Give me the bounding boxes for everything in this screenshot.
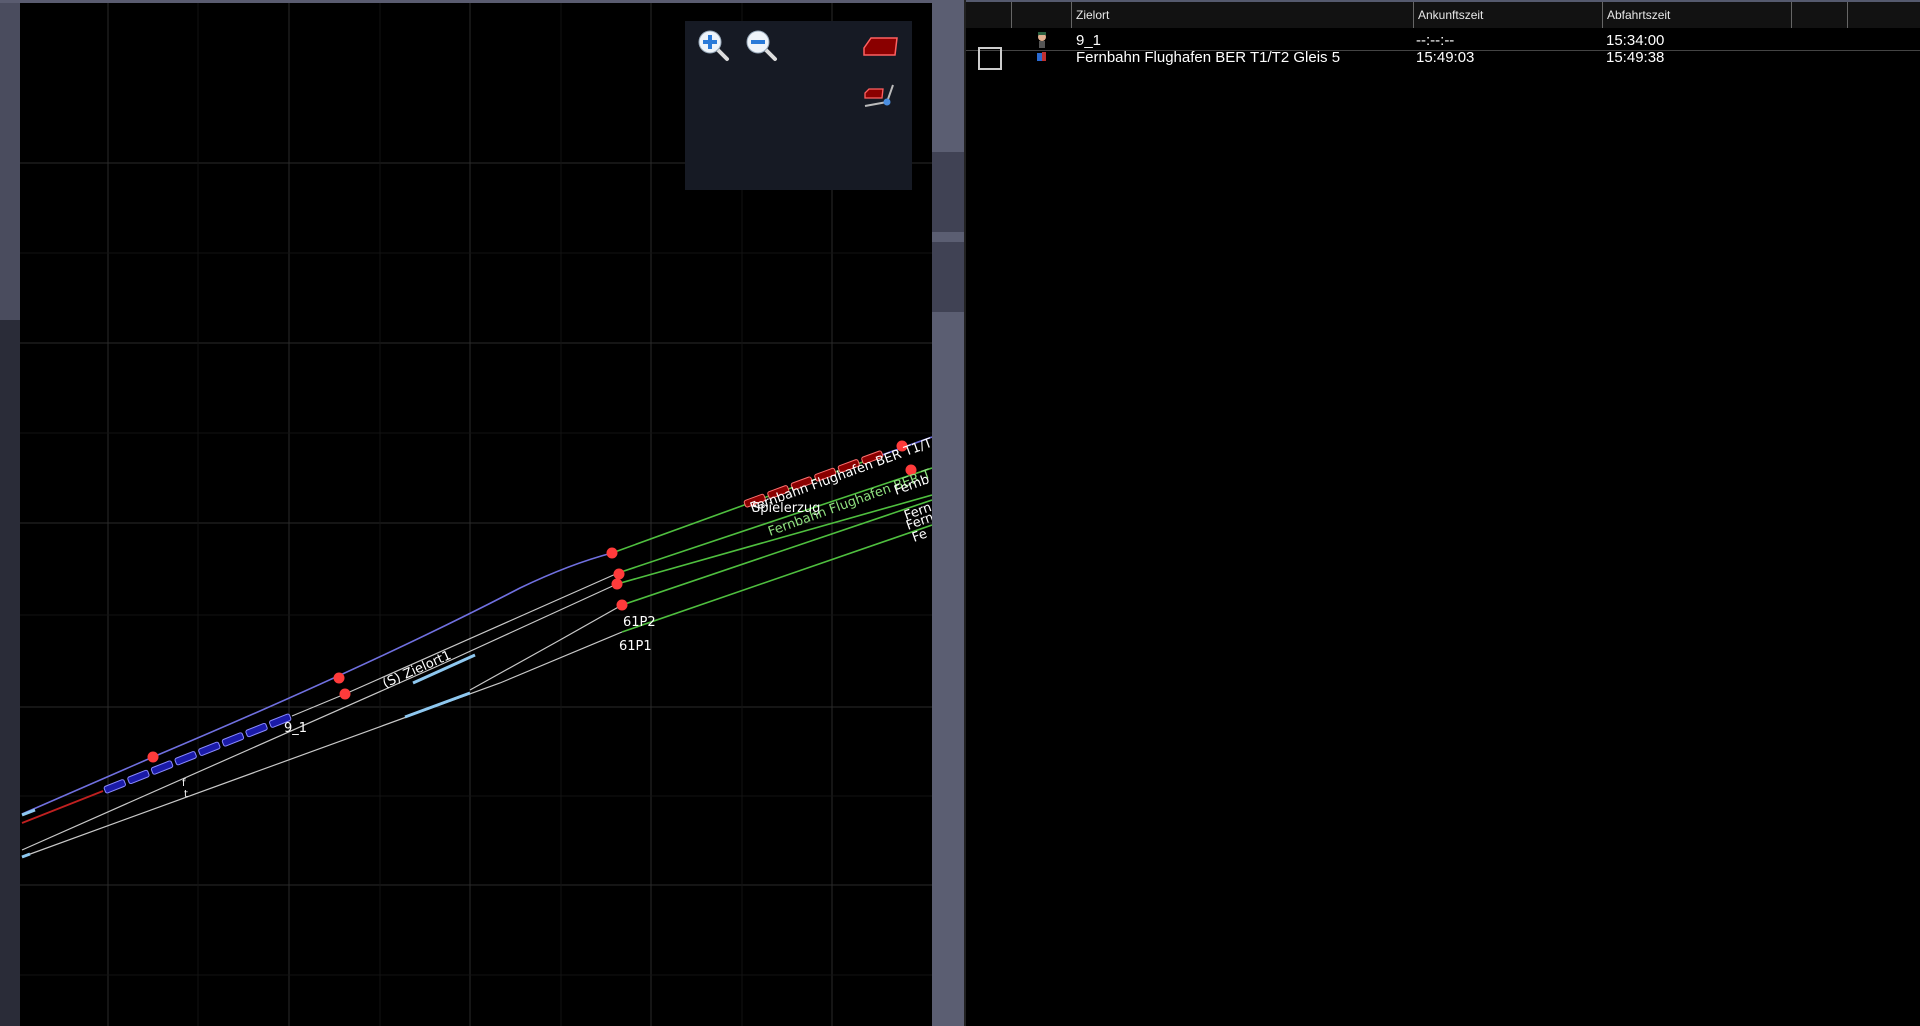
signal-dot[interactable]	[613, 568, 625, 580]
train-car[interactable]	[150, 760, 174, 775]
column-header-zielort[interactable]: Zielort	[1071, 2, 1413, 28]
train-label-9-1: 9_1	[284, 721, 307, 736]
row-abfahrtszeit: 15:34:00	[1606, 32, 1665, 49]
switch-signal-icon	[864, 84, 894, 107]
zoom-in-icon	[698, 30, 729, 61]
signal-dot[interactable]	[606, 547, 618, 559]
train-car[interactable]	[127, 769, 150, 785]
track-route-upper	[21, 552, 613, 815]
timetable-header: Zielort Ankunftszeit Abfahrtszeit	[966, 0, 1920, 28]
track-line-b	[21, 631, 623, 858]
row-checkbox[interactable]	[978, 47, 1002, 70]
track-map[interactable]: 9_1 (S) Zielort1 61P2 61P1 f t Spielerzu…	[0, 0, 932, 1026]
row-zielort: Fernbahn Flughafen BER T1/T2 Gleis 5	[1076, 49, 1341, 66]
timetable-panel: Zielort Ankunftszeit Abfahrtszeit 9_1 --…	[964, 0, 1920, 1026]
signal-tool-button[interactable]	[861, 31, 901, 71]
zoom-out-button[interactable]	[743, 27, 783, 67]
signal-dot[interactable]	[339, 688, 351, 700]
row-zielort: 9_1	[1076, 32, 1102, 49]
column-header-abfahrtszeit[interactable]: Abfahrtszeit	[1602, 2, 1791, 28]
track-end-marker	[21, 808, 36, 859]
signal-dot[interactable]	[333, 672, 345, 684]
train-car[interactable]	[198, 741, 221, 756]
row-abfahrtszeit: 15:49:38	[1606, 49, 1665, 66]
passenger-icon	[1037, 52, 1046, 61]
row-ankunftszeit: 15:49:03	[1416, 49, 1475, 66]
train-car[interactable]	[245, 722, 268, 738]
signal-dot[interactable]	[611, 578, 623, 590]
person-icon	[1038, 32, 1046, 48]
track-line-a	[21, 583, 618, 851]
switch-signal-tool-button[interactable]	[861, 73, 901, 113]
map-frame-left-lower	[0, 320, 20, 1026]
row-ankunftszeit: --:--:--	[1416, 32, 1455, 49]
signal-mark-f: f	[182, 778, 186, 789]
track-label-61p1: 61P1	[619, 639, 652, 654]
map-toolbar	[685, 21, 912, 190]
signal-dot[interactable]	[616, 599, 628, 611]
column-header-check[interactable]	[966, 2, 1011, 28]
train-car[interactable]	[174, 751, 197, 766]
map-frame-top	[0, 0, 932, 3]
train-car[interactable]	[103, 779, 126, 794]
track-platform-5	[621, 524, 932, 633]
red-signal-shape-icon	[863, 37, 898, 56]
signal-mark-t: t	[184, 789, 188, 800]
track-label-61p2: 61P2	[623, 615, 656, 630]
panel-splitter[interactable]	[932, 0, 964, 1026]
zoom-in-button[interactable]	[695, 27, 735, 67]
zoom-out-icon	[746, 30, 777, 61]
column-header-extra-1[interactable]	[1791, 2, 1847, 28]
track-highlight-2	[404, 691, 471, 719]
map-frame-left	[0, 0, 20, 320]
train-car[interactable]	[221, 732, 245, 747]
column-header-ankunftszeit[interactable]: Ankunftszeit	[1413, 2, 1602, 28]
column-header-extra-2[interactable]	[1847, 2, 1920, 28]
column-header-icon[interactable]	[1011, 2, 1071, 28]
signal-dot[interactable]	[147, 751, 159, 763]
track-line-61p2	[469, 604, 623, 691]
